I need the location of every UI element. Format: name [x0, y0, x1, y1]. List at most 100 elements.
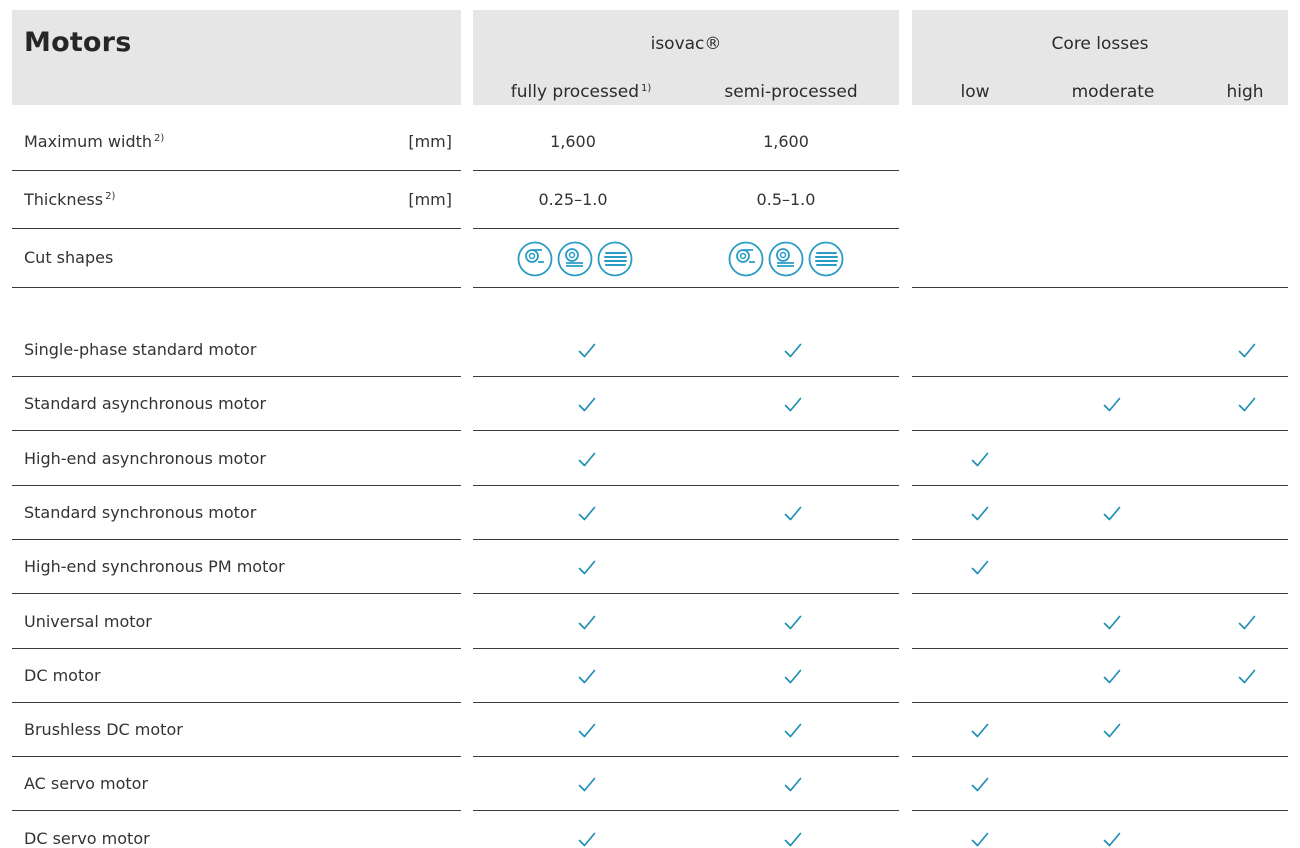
check-icon-fully-processed — [578, 723, 596, 739]
spec-label: Cut shapes — [24, 248, 113, 267]
footnote-1: 1) — [640, 83, 652, 94]
row-divider — [473, 170, 899, 171]
page-title: Motors — [24, 27, 132, 58]
sheet-stack-icon — [596, 240, 634, 278]
row-divider — [12, 376, 461, 377]
row-divider — [473, 376, 899, 377]
row-divider — [473, 756, 899, 757]
row-divider — [912, 648, 1288, 649]
spec-label-text: Maximum width — [24, 132, 153, 151]
spec-label: Thickness 2) — [24, 190, 115, 209]
row-divider — [12, 287, 461, 288]
row-divider — [12, 228, 461, 229]
check-icon-fully-processed — [578, 560, 596, 576]
check-icon-moderate — [1103, 397, 1121, 413]
check-icon-high — [1238, 343, 1256, 359]
isovac-header: isovac® — [650, 34, 722, 54]
row-divider — [473, 810, 899, 811]
motor-label: Standard synchronous motor — [24, 502, 257, 522]
motor-label: AC servo motor — [24, 774, 149, 794]
slit-coil-icon — [556, 240, 594, 278]
col-fully-processed: fully processed 1) — [510, 82, 652, 102]
check-icon-fully-processed — [578, 777, 596, 793]
core-losses-header: Core losses — [1051, 34, 1149, 54]
check-icon-moderate — [1103, 615, 1121, 631]
check-icon-semi-processed — [784, 397, 802, 413]
footnote-2: 2) — [154, 133, 165, 144]
row-divider — [912, 756, 1288, 757]
row-divider — [12, 810, 461, 811]
check-icon-moderate — [1103, 723, 1121, 739]
check-icon-fully-processed — [578, 343, 596, 359]
row-divider — [12, 485, 461, 486]
row-divider — [912, 376, 1288, 377]
row-divider — [473, 287, 899, 288]
check-icon-low — [971, 832, 989, 848]
row-divider — [473, 648, 899, 649]
motor-label: DC motor — [24, 665, 101, 685]
row-divider — [912, 430, 1288, 431]
row-divider — [12, 756, 461, 757]
check-icon-semi-processed — [784, 343, 802, 359]
row-divider — [12, 539, 461, 540]
row-divider — [12, 648, 461, 649]
spec-value-semi: 0.5–1.0 — [756, 190, 816, 209]
check-icon-fully-processed — [578, 615, 596, 631]
check-icon-fully-processed — [578, 452, 596, 468]
row-divider — [12, 593, 461, 594]
check-icon-semi-processed — [784, 615, 802, 631]
check-icon-moderate — [1103, 506, 1121, 522]
check-icon-low — [971, 560, 989, 576]
motor-label: Single-phase standard motor — [24, 340, 257, 359]
check-icon-fully-processed — [578, 832, 596, 848]
check-icon-high — [1238, 397, 1256, 413]
check-icon-semi-processed — [784, 669, 802, 685]
check-icon-semi-processed — [784, 832, 802, 848]
spec-label-text: Thickness — [24, 190, 104, 209]
footnote-2: 2) — [105, 191, 116, 202]
check-icon-semi-processed — [784, 506, 802, 522]
check-icon-low — [971, 777, 989, 793]
coil-icon — [516, 240, 554, 278]
check-icon-semi-processed — [784, 723, 802, 739]
check-icon-low — [971, 452, 989, 468]
coil-icon — [727, 240, 765, 278]
spec-value-semi: 1,600 — [763, 132, 809, 151]
row-divider — [473, 430, 899, 431]
row-divider — [912, 702, 1288, 703]
check-icon-high — [1238, 615, 1256, 631]
motor-label: DC servo motor — [24, 828, 150, 848]
row-divider — [12, 170, 461, 171]
check-icon-semi-processed — [784, 777, 802, 793]
check-icon-low — [971, 506, 989, 522]
check-icon-moderate — [1103, 669, 1121, 685]
slit-coil-icon — [767, 240, 805, 278]
col-semi-processed: semi-processed — [724, 82, 858, 102]
row-divider — [12, 430, 461, 431]
motor-label: High-end synchronous PM motor — [24, 557, 285, 577]
check-icon-high — [1238, 669, 1256, 685]
col-high: high — [1226, 82, 1264, 102]
row-divider — [912, 593, 1288, 594]
col-moderate: moderate — [1071, 82, 1155, 102]
spec-unit: [mm] — [408, 190, 452, 209]
motor-label: Brushless DC motor — [24, 720, 183, 740]
row-divider — [473, 702, 899, 703]
row-divider — [912, 810, 1288, 811]
sheet-stack-icon — [807, 240, 845, 278]
row-divider — [473, 593, 899, 594]
check-icon-moderate — [1103, 832, 1121, 848]
spec-value-fully: 1,600 — [550, 132, 596, 151]
col-low: low — [960, 82, 990, 102]
check-icon-fully-processed — [578, 397, 596, 413]
row-divider — [912, 287, 1288, 288]
row-divider — [473, 539, 899, 540]
motor-label: Universal motor — [24, 611, 152, 631]
spec-unit: [mm] — [408, 132, 452, 151]
row-divider — [12, 702, 461, 703]
check-icon-fully-processed — [578, 506, 596, 522]
spec-label: Maximum width 2) — [24, 132, 164, 151]
spec-label-text: Cut shapes — [24, 248, 114, 267]
row-divider — [473, 485, 899, 486]
check-icon-low — [971, 723, 989, 739]
